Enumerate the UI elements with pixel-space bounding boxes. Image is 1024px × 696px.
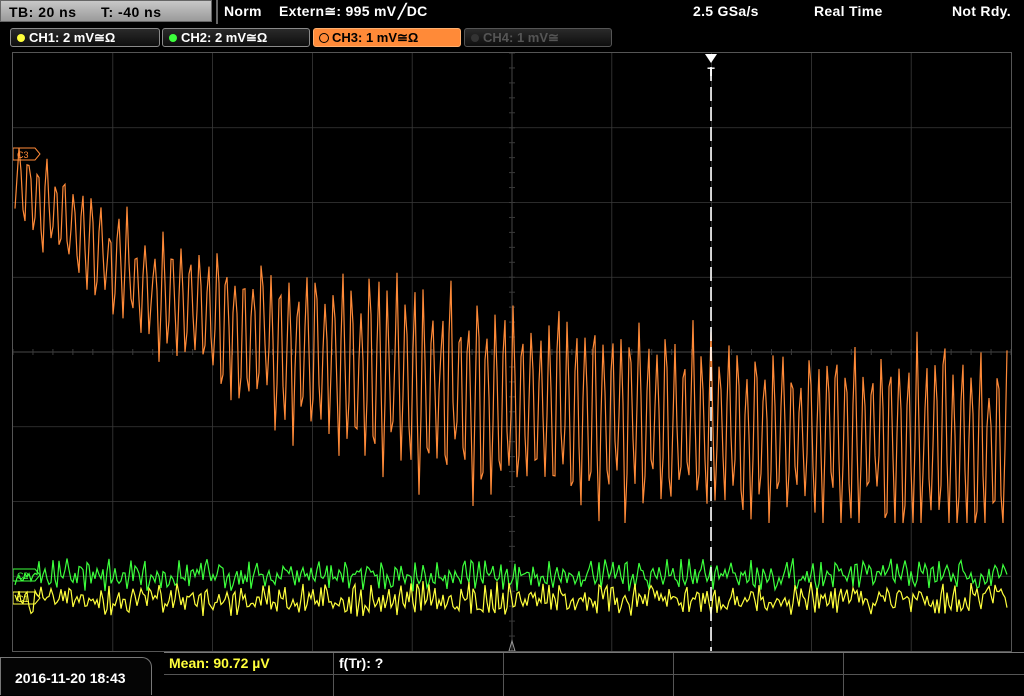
trigger-mode-label[interactable]: Norm [224, 3, 262, 19]
mean-measurement-label: Mean: 90.72 µV [169, 655, 270, 671]
timebase-label: TB: 20 ns [9, 4, 77, 20]
channel-2-color-icon [169, 34, 177, 42]
channel-3-color-icon [319, 33, 329, 43]
channel-2-label: CH2: 2 mV≅Ω [181, 30, 268, 45]
channel-3-marker-text: C3 [17, 150, 29, 160]
date-time-label: 2016-11-20 18:43 [15, 670, 126, 686]
timebase-box[interactable]: TB: 20 ns T: -40 ns [0, 0, 212, 22]
channel-3-button[interactable]: CH3: 1 mV≅Ω [313, 28, 461, 47]
channel-2-offset-marker[interactable]: C2 [13, 568, 41, 582]
channel-2-trace [14, 558, 1008, 592]
trigger-slope-label[interactable]: ╱DC [398, 3, 428, 20]
trigger-time-label: T: -40 ns [101, 4, 162, 20]
sample-rate-label: 2.5 GSa/s [693, 3, 759, 19]
acquisition-status-label: Not Rdy. [952, 3, 1011, 19]
bottom-bar: 2016-11-20 18:43 Mean: 90.72 µV f(Tr): ? [0, 652, 1024, 696]
trigger-source-label[interactable]: Extern≅: 995 mV [279, 3, 396, 20]
measurement-cell-empty-6[interactable] [504, 675, 674, 696]
top-status-bar: TB: 20 ns T: -40 ns Norm Extern≅: 995 mV… [0, 0, 1024, 24]
measurement-cell-empty-8[interactable] [844, 675, 1024, 696]
channel-4-button[interactable]: CH4: 1 mV≅ [464, 28, 612, 47]
measurement-cell-empty-3[interactable] [844, 653, 1024, 675]
channel-1-button[interactable]: CH1: 2 mV≅Ω [10, 28, 160, 47]
channel-4-label: CH4: 1 mV≅ [483, 30, 559, 45]
channel-4-color-icon [471, 34, 479, 42]
measurement-cell-empty-2[interactable] [674, 653, 844, 675]
date-box: 2016-11-20 18:43 [0, 657, 152, 695]
channel-3-label: CH3: 1 mV≅Ω [332, 30, 419, 45]
top-separator [216, 0, 218, 24]
measurement-cell-empty-4[interactable] [164, 675, 334, 696]
measurement-cell-empty-5[interactable] [334, 675, 504, 696]
acquisition-mode-label: Real Time [814, 3, 883, 19]
measurement-cell-frequency[interactable]: f(Tr): ? [334, 653, 504, 675]
frequency-measurement-label: f(Tr): ? [339, 655, 384, 671]
channel-1-offset-marker[interactable]: C1 [13, 591, 41, 605]
trigger-marker-text: T [707, 65, 715, 77]
measurement-cell-mean[interactable]: Mean: 90.72 µV [164, 653, 334, 675]
channel-3-trace [14, 147, 1008, 524]
trigger-position-marker[interactable]: T [704, 53, 718, 77]
channel-1-label: CH1: 2 mV≅Ω [29, 30, 116, 45]
waveform-display[interactable]: C3 C2 C1 [12, 52, 1012, 652]
channel-2-button[interactable]: CH2: 2 mV≅Ω [162, 28, 310, 47]
trigger-arrow-icon [705, 54, 717, 63]
waveform-canvas: C3 C2 C1 [13, 53, 1011, 651]
measurement-panel[interactable]: Mean: 90.72 µV f(Tr): ? [164, 652, 1024, 696]
channel-2-marker-text: C2 [17, 571, 29, 581]
channel-tabs: CH1: 2 mV≅Ω CH2: 2 mV≅Ω CH3: 1 mV≅Ω CH4:… [0, 24, 1024, 50]
channel-1-marker-text: C1 [17, 594, 29, 604]
channel-3-offset-marker[interactable]: C3 [13, 147, 41, 161]
measurement-cell-empty-7[interactable] [674, 675, 844, 696]
channel-1-trace [14, 581, 1008, 617]
measurement-cell-empty-1[interactable] [504, 653, 674, 675]
channel-1-color-icon [17, 34, 25, 42]
